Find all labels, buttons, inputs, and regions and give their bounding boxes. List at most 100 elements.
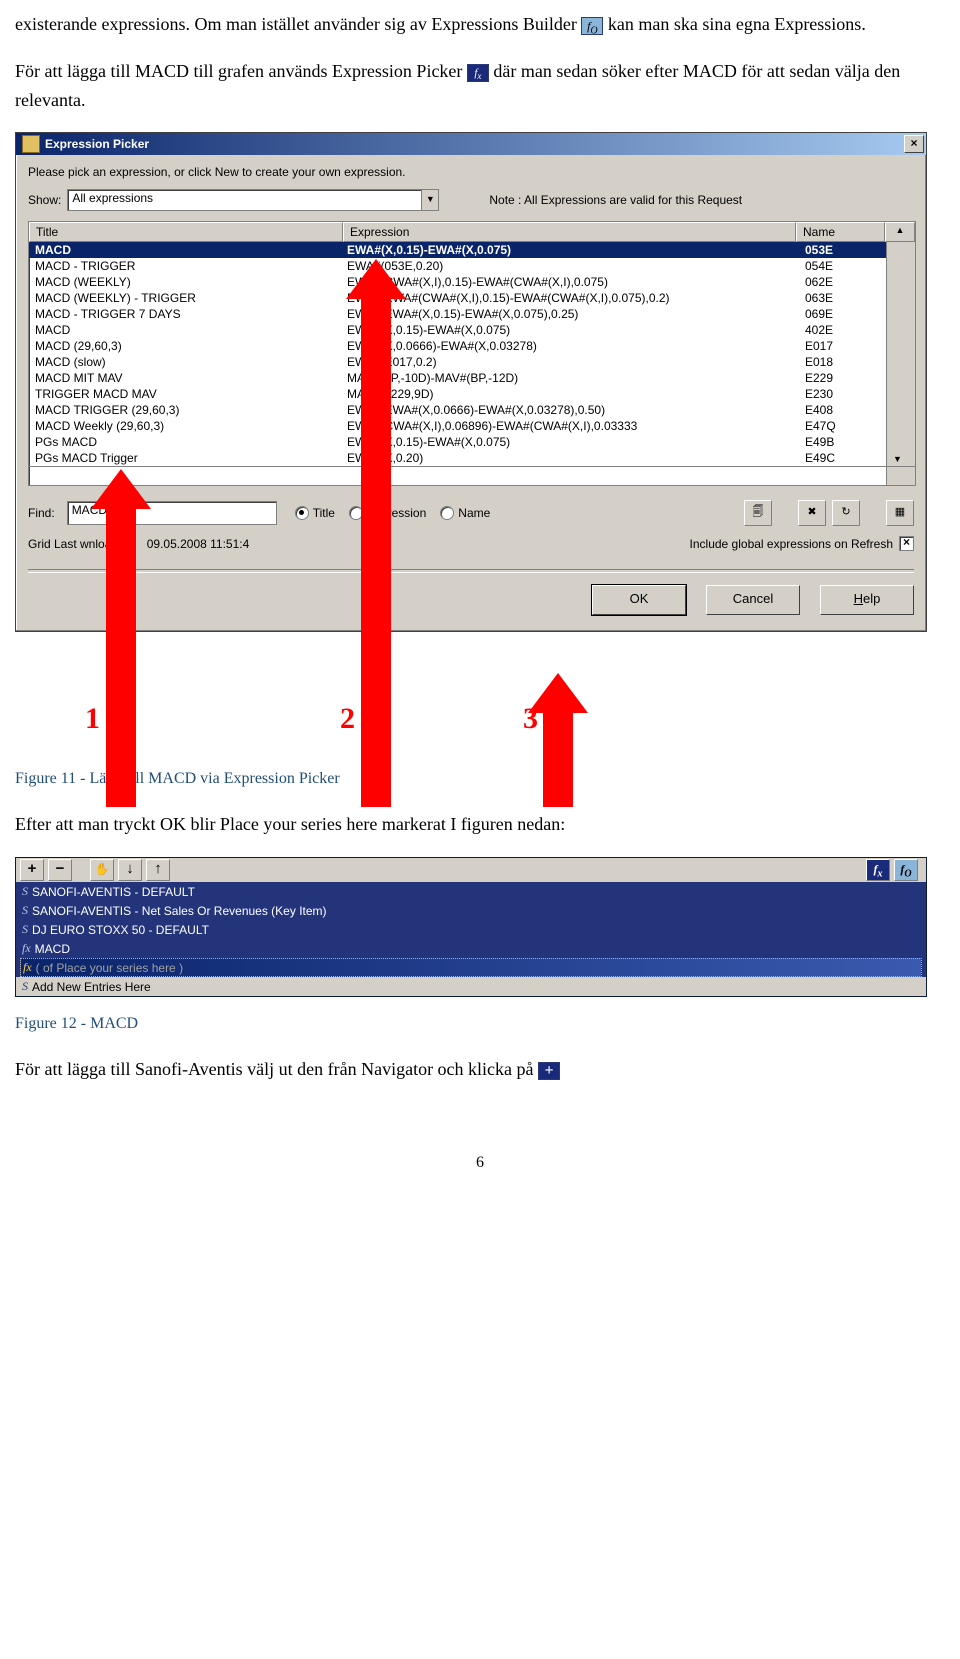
show-combo[interactable]: All expressions ▼ xyxy=(67,189,439,211)
cell-title: MACD xyxy=(29,242,341,258)
grid-options-button[interactable]: ▦ xyxy=(886,500,914,526)
table-row[interactable]: MACD - TRIGGEREWA#(053E,0.20)054E xyxy=(29,258,915,274)
include-global-checkbox[interactable]: × xyxy=(899,536,914,551)
titlebar[interactable]: Expression Picker × xyxy=(16,133,926,155)
scrollbar-track[interactable] xyxy=(886,274,915,290)
series-text: MACD xyxy=(35,942,70,956)
cell-expression: EWA#(EWA#(X,0.0666)-EWA#(X,0.03278),0.50… xyxy=(341,402,799,418)
cancel-button[interactable]: Cancel xyxy=(706,585,800,615)
scrollbar-track[interactable] xyxy=(886,322,915,338)
scrollbar-track[interactable] xyxy=(886,354,915,370)
cell-title: MACD (slow) xyxy=(29,354,341,370)
scrollbar-track[interactable] xyxy=(886,290,915,306)
cell-title: MACD (29,60,3) xyxy=(29,338,341,354)
window-title: Expression Picker xyxy=(45,137,149,151)
series-item[interactable]: fxMACD xyxy=(16,939,926,958)
series-text: DJ EURO STOXX 50 - DEFAULT xyxy=(32,923,209,937)
series-selected[interactable]: fx ( of Place your series here ) xyxy=(20,958,922,977)
series-item[interactable]: SDJ EURO STOXX 50 - DEFAULT xyxy=(16,920,926,939)
cell-name: E230 xyxy=(799,386,886,402)
table-row[interactable]: MACD Weekly (29,60,3)EWA#(CWA#(X,I),0.06… xyxy=(29,418,915,434)
cell-title: PGs MACD Trigger xyxy=(29,450,341,466)
scrollbar-track[interactable] xyxy=(886,338,915,354)
radio-title[interactable]: Title xyxy=(295,506,335,520)
prompt-label: Please pick an expression, or click New … xyxy=(28,165,406,179)
show-value: All expressions xyxy=(68,190,421,210)
dropdown-icon[interactable]: ▼ xyxy=(421,190,438,210)
table-row[interactable]: MACD (WEEKLY)EWA#(CWA#(X,I),0.15)-EWA#(C… xyxy=(29,274,915,290)
move-up-button[interactable]: ↑ xyxy=(146,859,170,881)
table-row[interactable]: MACD - TRIGGER 7 DAYSEWA#(EWA#(X,0.15)-E… xyxy=(29,306,915,322)
scrollbar-track[interactable] xyxy=(886,434,915,450)
cell-name: E49B xyxy=(799,434,886,450)
col-expression[interactable]: Expression xyxy=(343,222,796,242)
series-item[interactable]: SSANOFI-AVENTIS - DEFAULT xyxy=(16,882,926,901)
series-panel: + − ✋ ↓ ↑ fx fO SSANOFI-AVENTIS - DEFAUL… xyxy=(15,857,927,997)
include-global-label: Include global expressions on Refresh xyxy=(690,537,893,551)
cell-expression: EWA#(X,0.0666)-EWA#(X,0.03278) xyxy=(341,338,799,354)
table-row[interactable]: MACDEWA#(X,0.15)-EWA#(X,0.075)053E xyxy=(29,242,915,258)
page-number: 6 xyxy=(15,1154,945,1172)
text: kan man ska sina egna Expressions. xyxy=(608,14,866,34)
series-text: SANOFI-AVENTIS - DEFAULT xyxy=(32,885,195,899)
remove-series-button[interactable]: − xyxy=(48,859,72,881)
help-button[interactable]: Help xyxy=(820,585,914,615)
note-label: Note : All Expressions are valid for thi… xyxy=(489,193,742,207)
cell-title: TRIGGER MACD MAV xyxy=(29,386,341,402)
series-item[interactable]: SSANOFI-AVENTIS - Net Sales Or Revenues … xyxy=(16,901,926,920)
scrollbar-track[interactable] xyxy=(886,306,915,322)
figure-12-caption: Figure 12 - MACD xyxy=(15,1015,945,1033)
cell-expression: EWA#(X,0.15)-EWA#(X,0.075) xyxy=(341,322,799,338)
cell-title: MACD Weekly (29,60,3) xyxy=(29,418,341,434)
table-row[interactable]: MACD MIT MAVMAV#(BP,-10D)-MAV#(BP,-12D)E… xyxy=(29,370,915,386)
col-name[interactable]: Name xyxy=(796,222,885,242)
col-title[interactable]: Title xyxy=(29,222,343,242)
cell-expression: EWA#(EWA#(CWA#(X,I),0.15)-EWA#(CWA#(X,I)… xyxy=(341,290,799,306)
close-button[interactable]: × xyxy=(904,135,924,153)
table-row[interactable]: MACD TRIGGER (29,60,3)EWA#(EWA#(X,0.0666… xyxy=(29,402,915,418)
cell-name: E408 xyxy=(799,402,886,418)
ok-button[interactable]: OK xyxy=(592,585,686,615)
cell-name: E47Q xyxy=(799,418,886,434)
table-row[interactable]: TRIGGER MACD MAVMAV#(E229,9D)E230 xyxy=(29,386,915,402)
table-row[interactable]: MACD (slow)EWA#(E017,0.2)E018 xyxy=(29,354,915,370)
table-row[interactable]: MACD (29,60,3)EWA#(X,0.0666)-EWA#(X,0.03… xyxy=(29,338,915,354)
cell-expression: EWA#(X,0.15)-EWA#(X,0.075) xyxy=(341,434,799,450)
add-series-button[interactable]: + xyxy=(20,859,44,881)
expression-grid[interactable]: Title Expression Name ▲ MACDEWA#(X,0.15)… xyxy=(28,221,916,486)
scrollbar-track[interactable] xyxy=(886,386,915,402)
table-row[interactable]: MACD (WEEKLY) - TRIGGEREWA#(EWA#(CWA#(X,… xyxy=(29,290,915,306)
cell-name: E229 xyxy=(799,370,886,386)
scrollbar-track[interactable]: ▼ xyxy=(886,450,915,466)
pan-button[interactable]: ✋ xyxy=(90,859,114,881)
radio-name[interactable]: Name xyxy=(440,506,490,520)
cell-name: 062E xyxy=(799,274,886,290)
cell-title: MACD xyxy=(29,322,341,338)
cell-name: E017 xyxy=(799,338,886,354)
text: existerande expressions. Om man istället… xyxy=(15,14,581,34)
scrollbar-track[interactable] xyxy=(886,258,915,274)
cell-title: MACD TRIGGER (29,60,3) xyxy=(29,402,341,418)
move-down-button[interactable]: ↓ xyxy=(118,859,142,881)
add-new-entries[interactable]: S Add New Entries Here xyxy=(16,977,926,996)
fx-button[interactable]: fx xyxy=(866,859,890,881)
refresh-button[interactable]: ↻ xyxy=(832,500,860,526)
table-row[interactable]: PGs MACDEWA#(X,0.15)-EWA#(X,0.075)E49B xyxy=(29,434,915,450)
delete-button[interactable]: ✖ xyxy=(798,500,826,526)
table-row[interactable]: MACDEWA#(X,0.15)-EWA#(X,0.075)402E xyxy=(29,322,915,338)
fo-button[interactable]: fO xyxy=(894,859,918,881)
fx-icon: fx xyxy=(467,64,489,82)
scrollbar-track[interactable] xyxy=(886,242,915,258)
scroll-up-icon[interactable]: ▲ xyxy=(885,222,915,242)
scrollbar-track[interactable] xyxy=(886,418,915,434)
new-button[interactable]: 🗐 xyxy=(744,500,772,526)
scrollbar-track[interactable] xyxy=(886,402,915,418)
scrollbar-track[interactable] xyxy=(886,370,915,386)
paragraph-2: För att lägga till MACD till grafen anvä… xyxy=(15,57,945,115)
cell-expression: EWA#(E017,0.2) xyxy=(341,354,799,370)
show-label: Show: xyxy=(28,193,61,207)
cell-name: 053E xyxy=(799,242,886,258)
table-row[interactable]: PGs MACD TriggerEWA#(X,0.20)E49C▼ xyxy=(29,450,915,466)
series-toolbar: + − ✋ ↓ ↑ fx fO xyxy=(16,858,926,882)
cell-title: MACD MIT MAV xyxy=(29,370,341,386)
